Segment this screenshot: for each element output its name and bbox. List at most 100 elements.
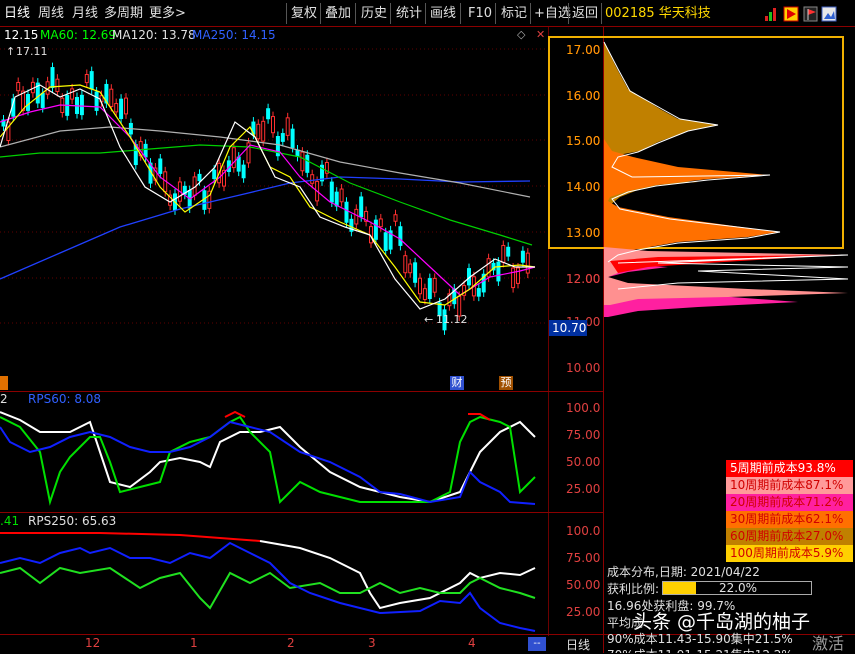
candle-body (329, 181, 334, 203)
play-icon[interactable] (783, 6, 799, 22)
financial-report-marker[interactable]: 财 (450, 376, 464, 390)
rps250-axis-label: 100.0 (566, 524, 601, 538)
candle-body (354, 208, 359, 225)
candle-body (373, 219, 378, 240)
history-button[interactable]: 历史 (361, 0, 387, 27)
back-button[interactable]: 返回 (572, 0, 598, 27)
candle-body (359, 196, 364, 218)
toolbar-divider (425, 3, 426, 24)
rps250-chart (0, 532, 536, 632)
candle-body (280, 133, 285, 142)
candle-body (271, 116, 275, 134)
candle-body (26, 94, 30, 111)
candle-body (256, 123, 261, 140)
candle-body (84, 74, 89, 84)
chip-legend-20: 20周期前成本71.2% (726, 494, 853, 511)
chip-legend-100: 100周期前成本5.9% (726, 545, 853, 562)
candle-body (158, 158, 163, 174)
rps60-axis-label: 100.0 (566, 401, 601, 415)
chip-distribution-chart: 17.00 16.00 15.00 14.00 13.00 12.00 (548, 36, 849, 317)
tab-multi-period[interactable]: 多周期 (104, 0, 143, 27)
toolbar-divider (390, 3, 391, 24)
candle-body (403, 255, 408, 274)
image-icon[interactable] (821, 6, 837, 22)
chip-axis-label: 16.00 (566, 89, 600, 103)
toolbar-divider (530, 3, 531, 24)
overlay-button[interactable]: 叠加 (325, 0, 351, 27)
x-axis-month: 2 (287, 636, 295, 650)
rps60-red-segment (224, 410, 246, 418)
toolbar-divider (495, 3, 496, 24)
candle-body (393, 214, 398, 222)
candle-body (413, 262, 418, 283)
candle-body (89, 71, 94, 90)
candle-body (241, 164, 246, 179)
candle-body (79, 94, 84, 116)
tab-monthly[interactable]: 月线 (72, 0, 98, 27)
candle-body (506, 246, 511, 257)
rps60-axis-label: 25.00 (566, 482, 601, 496)
candle-body (516, 267, 520, 284)
ma20-line (0, 104, 536, 296)
candle-body (143, 143, 148, 158)
chip-band-30 (604, 139, 778, 253)
candle-body (50, 67, 55, 89)
scroll-end-button[interactable]: -- (528, 637, 546, 651)
low-arrow-icon: ← (424, 313, 433, 326)
candle-body (511, 267, 516, 289)
candle-body (525, 252, 530, 274)
draw-line-button[interactable]: 画线 (430, 0, 456, 27)
chip-axis-label: 13.00 (566, 226, 600, 240)
rps60-axis-label: 75.00 (566, 428, 601, 442)
chip-axis-label: 12.00 (566, 272, 600, 286)
f10-button[interactable]: F10 (468, 0, 492, 27)
event-marker-left[interactable] (0, 376, 8, 390)
x-axis-month: 3 (368, 636, 376, 650)
candle-body (476, 288, 481, 297)
chip-axis-label: 17.00 (566, 43, 600, 57)
chip-axis-label: 15.00 (566, 134, 600, 148)
toolbar-divider (286, 3, 287, 24)
price-chart: ↑ 17.11 ← 11.12 (0, 45, 548, 335)
candle-body (285, 117, 290, 136)
rps60-chart (0, 410, 536, 506)
stock-title: 002185 华天科技 (605, 6, 711, 21)
chip-legend-5: 5周期前成本93.8% (726, 460, 853, 477)
candle-body (94, 91, 99, 111)
statistics-button[interactable]: 统计 (396, 0, 422, 27)
rps250-axis-label: 25.00 (566, 605, 601, 619)
low-price-label: 11.12 (436, 313, 468, 326)
forecast-marker[interactable]: 预 (499, 376, 513, 390)
tab-weekly[interactable]: 周线 (38, 0, 64, 27)
cost70-line: 70%成本11.91-15.21集中12.2% (607, 646, 793, 653)
add-watchlist-button[interactable]: +自选 (534, 0, 571, 27)
candle-body (197, 173, 202, 182)
chip-legend-30: 30周期前成本62.1% (726, 511, 853, 528)
candle-body (40, 92, 45, 108)
period-label[interactable]: 日线 (566, 636, 590, 653)
restore-rights-button[interactable]: 复权 (291, 0, 317, 27)
chip-axis-label: 14.00 (566, 180, 600, 194)
x-axis-month: 1 (190, 636, 198, 650)
toolbar-divider (568, 3, 569, 24)
tab-more[interactable]: 更多> (149, 0, 186, 27)
candle-body (496, 261, 501, 282)
candle-body (334, 191, 339, 207)
toolbar-divider (355, 3, 356, 24)
rps60-blue-line (0, 420, 536, 505)
candle-body (310, 174, 315, 184)
flag-icon[interactable] (803, 6, 818, 22)
candle-body (408, 263, 413, 274)
chip-legend-60: 60周期前成本27.0% (726, 528, 853, 545)
x-axis-month: 12 (85, 636, 101, 650)
signal-icon[interactable] (765, 8, 776, 21)
candle-body (16, 81, 21, 92)
candle-body (70, 88, 75, 100)
candle-body (427, 278, 432, 299)
mark-button[interactable]: 标记 (501, 0, 527, 27)
toolbar-divider (320, 3, 321, 24)
rps250-red-line (0, 532, 261, 542)
candle-body (295, 149, 300, 157)
candle-body (378, 218, 383, 228)
tab-daily[interactable]: 日线 (4, 0, 30, 27)
